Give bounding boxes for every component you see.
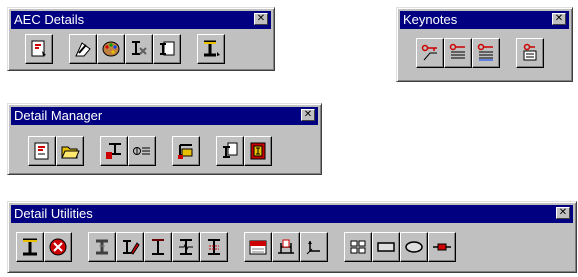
detail-tag-icon: [106, 143, 121, 159]
toolbar-title-bar[interactable]: Keynotes ✕: [400, 11, 569, 29]
grid-array-button[interactable]: [344, 232, 372, 262]
box-outline-button[interactable]: [272, 232, 300, 262]
corner-leader-button[interactable]: [300, 232, 328, 262]
close-button[interactable]: ✕: [556, 207, 570, 219]
keynotes-toolbar: Keynotes ✕: [396, 7, 573, 82]
open-folder-icon: [61, 146, 80, 159]
break-line-icon: [179, 239, 193, 255]
detail-properties-icon: [132, 41, 147, 55]
i-beam-button[interactable]: [144, 232, 172, 262]
close-button[interactable]: ✕: [301, 109, 315, 121]
box-outline-icon: [278, 239, 294, 254]
palette-icon: [102, 41, 120, 57]
corner-leader-icon: [306, 241, 320, 255]
keynote-leader-icon: [421, 44, 437, 61]
keynote-leader-button[interactable]: [416, 38, 444, 68]
break-line-button[interactable]: [172, 232, 200, 262]
tee-section-icon: [96, 239, 108, 255]
new-detail-button[interactable]: [28, 136, 56, 166]
keynote-legend-icon: [523, 43, 537, 61]
detail-component-icon: [31, 40, 46, 57]
draw-beam-button[interactable]: [116, 232, 144, 262]
hatch-rect-button[interactable]: [244, 232, 272, 262]
rectangle-icon: [377, 242, 395, 252]
hatch-beam-icon: [208, 239, 220, 255]
batt-insulation-button[interactable]: [428, 232, 456, 262]
delete-detail-icon: [49, 238, 67, 256]
toolbar-title: Detail Utilities: [14, 206, 93, 221]
close-button[interactable]: ✕: [254, 13, 268, 25]
keynote-sheet-icon: [477, 43, 493, 61]
open-folder-button[interactable]: [56, 136, 84, 166]
keynote-legend-button[interactable]: [516, 38, 544, 68]
i-beam-icon: [152, 239, 164, 255]
detail-properties-button[interactable]: [125, 34, 153, 64]
section-beam-icon: [23, 238, 37, 256]
rectangle-button[interactable]: [372, 232, 400, 262]
ellipse-icon: [405, 241, 423, 253]
beam-detail-button[interactable]: [197, 34, 225, 64]
detail-manager-toolbar: Detail Manager ✕: [7, 103, 322, 175]
detail-callout-button[interactable]: [128, 136, 156, 166]
close-button[interactable]: ✕: [552, 13, 566, 25]
toolbar-title: AEC Details: [14, 12, 85, 27]
detail-copy-button[interactable]: [216, 136, 244, 166]
detail-copy-icon: [223, 142, 238, 158]
beam-detail-icon: [204, 40, 220, 57]
detail-utilities-toolbar: Detail Utilities ✕: [7, 201, 577, 273]
detail-callout-icon: [133, 147, 150, 155]
delete-detail-button[interactable]: [44, 232, 72, 262]
new-detail-icon: [34, 142, 49, 160]
tee-section-button[interactable]: [88, 232, 116, 262]
toolbar-title: Keynotes: [403, 12, 458, 27]
hatch-beam-button[interactable]: [200, 232, 228, 262]
edit-detail-icon: [75, 42, 91, 57]
grid-array-icon: [350, 240, 366, 254]
batt-insulation-icon: [433, 243, 451, 251]
detail-book-button[interactable]: [244, 136, 272, 166]
insert-detail-button[interactable]: [153, 34, 181, 64]
insert-detail-icon: [160, 41, 175, 56]
keynote-list-button[interactable]: [444, 38, 472, 68]
aec-details-toolbar: AEC Details ✕: [7, 7, 275, 71]
toolbar-title-bar[interactable]: Detail Utilities ✕: [11, 205, 573, 223]
toolbar-title-bar[interactable]: AEC Details ✕: [11, 11, 271, 29]
keynote-sheet-button[interactable]: [472, 38, 500, 68]
hatch-rect-icon: [249, 240, 267, 255]
palette-button[interactable]: [97, 34, 125, 64]
ellipse-button[interactable]: [400, 232, 428, 262]
toolbar-title-bar[interactable]: Detail Manager ✕: [11, 107, 318, 125]
edit-detail-button[interactable]: [69, 34, 97, 64]
detail-component-button[interactable]: [25, 34, 53, 64]
draw-beam-icon: [123, 240, 140, 255]
section-beam-button[interactable]: [16, 232, 44, 262]
detail-palette-button[interactable]: [172, 136, 200, 166]
keynote-list-icon: [449, 43, 465, 59]
toolbar-title: Detail Manager: [14, 108, 103, 123]
detail-tag-button[interactable]: [100, 136, 128, 166]
detail-book-icon: [250, 142, 266, 160]
detail-palette-icon: [178, 144, 193, 159]
